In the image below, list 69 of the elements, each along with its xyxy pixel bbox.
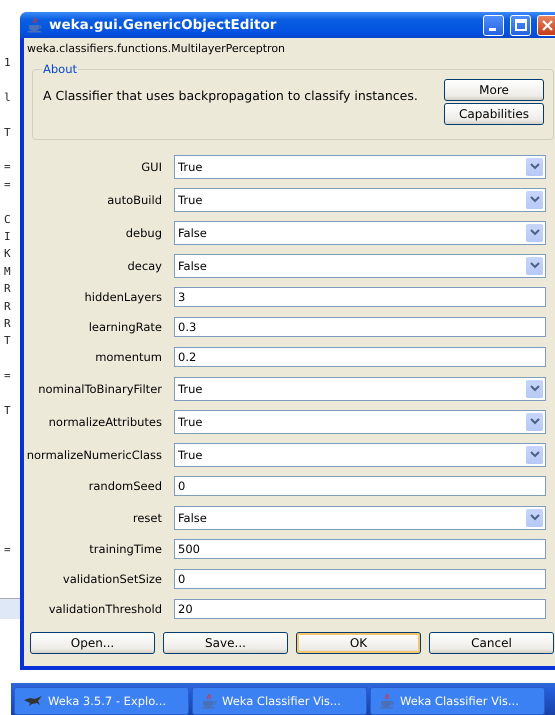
code-text: T [4, 333, 11, 350]
close-icon [542, 20, 553, 30]
class-name: weka.classifiers.functions.MultilayerPerceptron [26, 41, 286, 57]
dialog-button[interactable]: Save... [163, 632, 288, 654]
description-text: A Classifier that uses backpropagation to classify instances. [43, 87, 419, 103]
code-text: = [4, 176, 11, 193]
taskbar-item[interactable]: Weka Classifier Vis... [370, 687, 545, 715]
dialog-button[interactable]: OK [296, 632, 421, 654]
code-text: R [4, 316, 11, 332]
code-text: l [4, 90, 11, 106]
dropdown[interactable]: False [174, 254, 546, 278]
code-text: T [4, 403, 11, 420]
about-button[interactable]: More [444, 79, 544, 101]
code-text: T [4, 124, 11, 141]
property-label: momentum [94, 350, 163, 364]
code-text: R [4, 298, 11, 315]
dropdown[interactable]: False [174, 506, 546, 530]
input-field[interactable]: 0 [174, 476, 546, 496]
property-label: validationSetSize [62, 572, 163, 586]
bird-icon [23, 694, 43, 708]
minimize-button[interactable] [483, 14, 504, 36]
dropdown[interactable]: True [174, 410, 546, 434]
dialog-button[interactable]: Cancel [429, 632, 554, 654]
panel-legend: About [42, 62, 78, 76]
property-label: reset [132, 510, 163, 524]
about-button[interactable]: Capabilities [444, 103, 544, 125]
property-label: normalizeNumericClass [26, 448, 163, 462]
taskbar-item[interactable]: Weka Classifier Vis... [192, 687, 367, 715]
input-field[interactable]: 20 [174, 599, 546, 619]
property-label: debug [124, 226, 163, 240]
property-label: normalizeAttributes [48, 414, 163, 428]
input-field[interactable]: 0.2 [174, 347, 546, 367]
taskbar-item[interactable]: Weka 3.5.7 - Explo... [14, 687, 189, 715]
dialog-button[interactable]: Open... [30, 632, 155, 654]
property-label: decay [126, 258, 163, 272]
input-field[interactable]: 500 [174, 539, 546, 559]
property-label: hiddenLayers [83, 290, 163, 304]
cup-icon [27, 17, 43, 33]
code-text: 1 [4, 55, 11, 71]
property-label: autoBuild [106, 192, 163, 206]
dropdown[interactable]: True [174, 442, 546, 466]
input-field[interactable]: 0.3 [174, 317, 546, 337]
window-title: weka.gui.GenericObjectEditor [49, 17, 278, 33]
dropdown[interactable]: True [174, 154, 546, 178]
maximize-button[interactable] [510, 14, 531, 36]
code-text: = [4, 542, 11, 558]
input-field[interactable]: 0 [174, 569, 546, 589]
code-text: K [4, 246, 11, 262]
maximize-icon [514, 19, 526, 31]
close-button[interactable] [537, 14, 555, 36]
property-label: learningRate [88, 320, 163, 334]
code-text: I [4, 229, 11, 245]
property-label: validationThreshold [48, 602, 163, 616]
property-label: randomSeed [88, 479, 163, 493]
code-text: R [4, 281, 11, 298]
code-text: = [4, 159, 11, 176]
property-label: GUI [140, 160, 163, 174]
code-text: M [4, 264, 11, 280]
property-label: trainingTime [88, 542, 163, 556]
dropdown[interactable]: False [174, 220, 546, 244]
dropdown[interactable]: True [174, 376, 546, 400]
code-text: = [4, 368, 11, 384]
property-label: nominalToBinaryFilter [37, 382, 163, 396]
dropdown[interactable]: True [174, 188, 546, 212]
cup-icon [379, 693, 395, 709]
cup-icon [201, 693, 217, 709]
code-text: C [4, 212, 11, 228]
input-field[interactable]: 3 [174, 287, 546, 307]
minimize-icon [488, 28, 496, 30]
